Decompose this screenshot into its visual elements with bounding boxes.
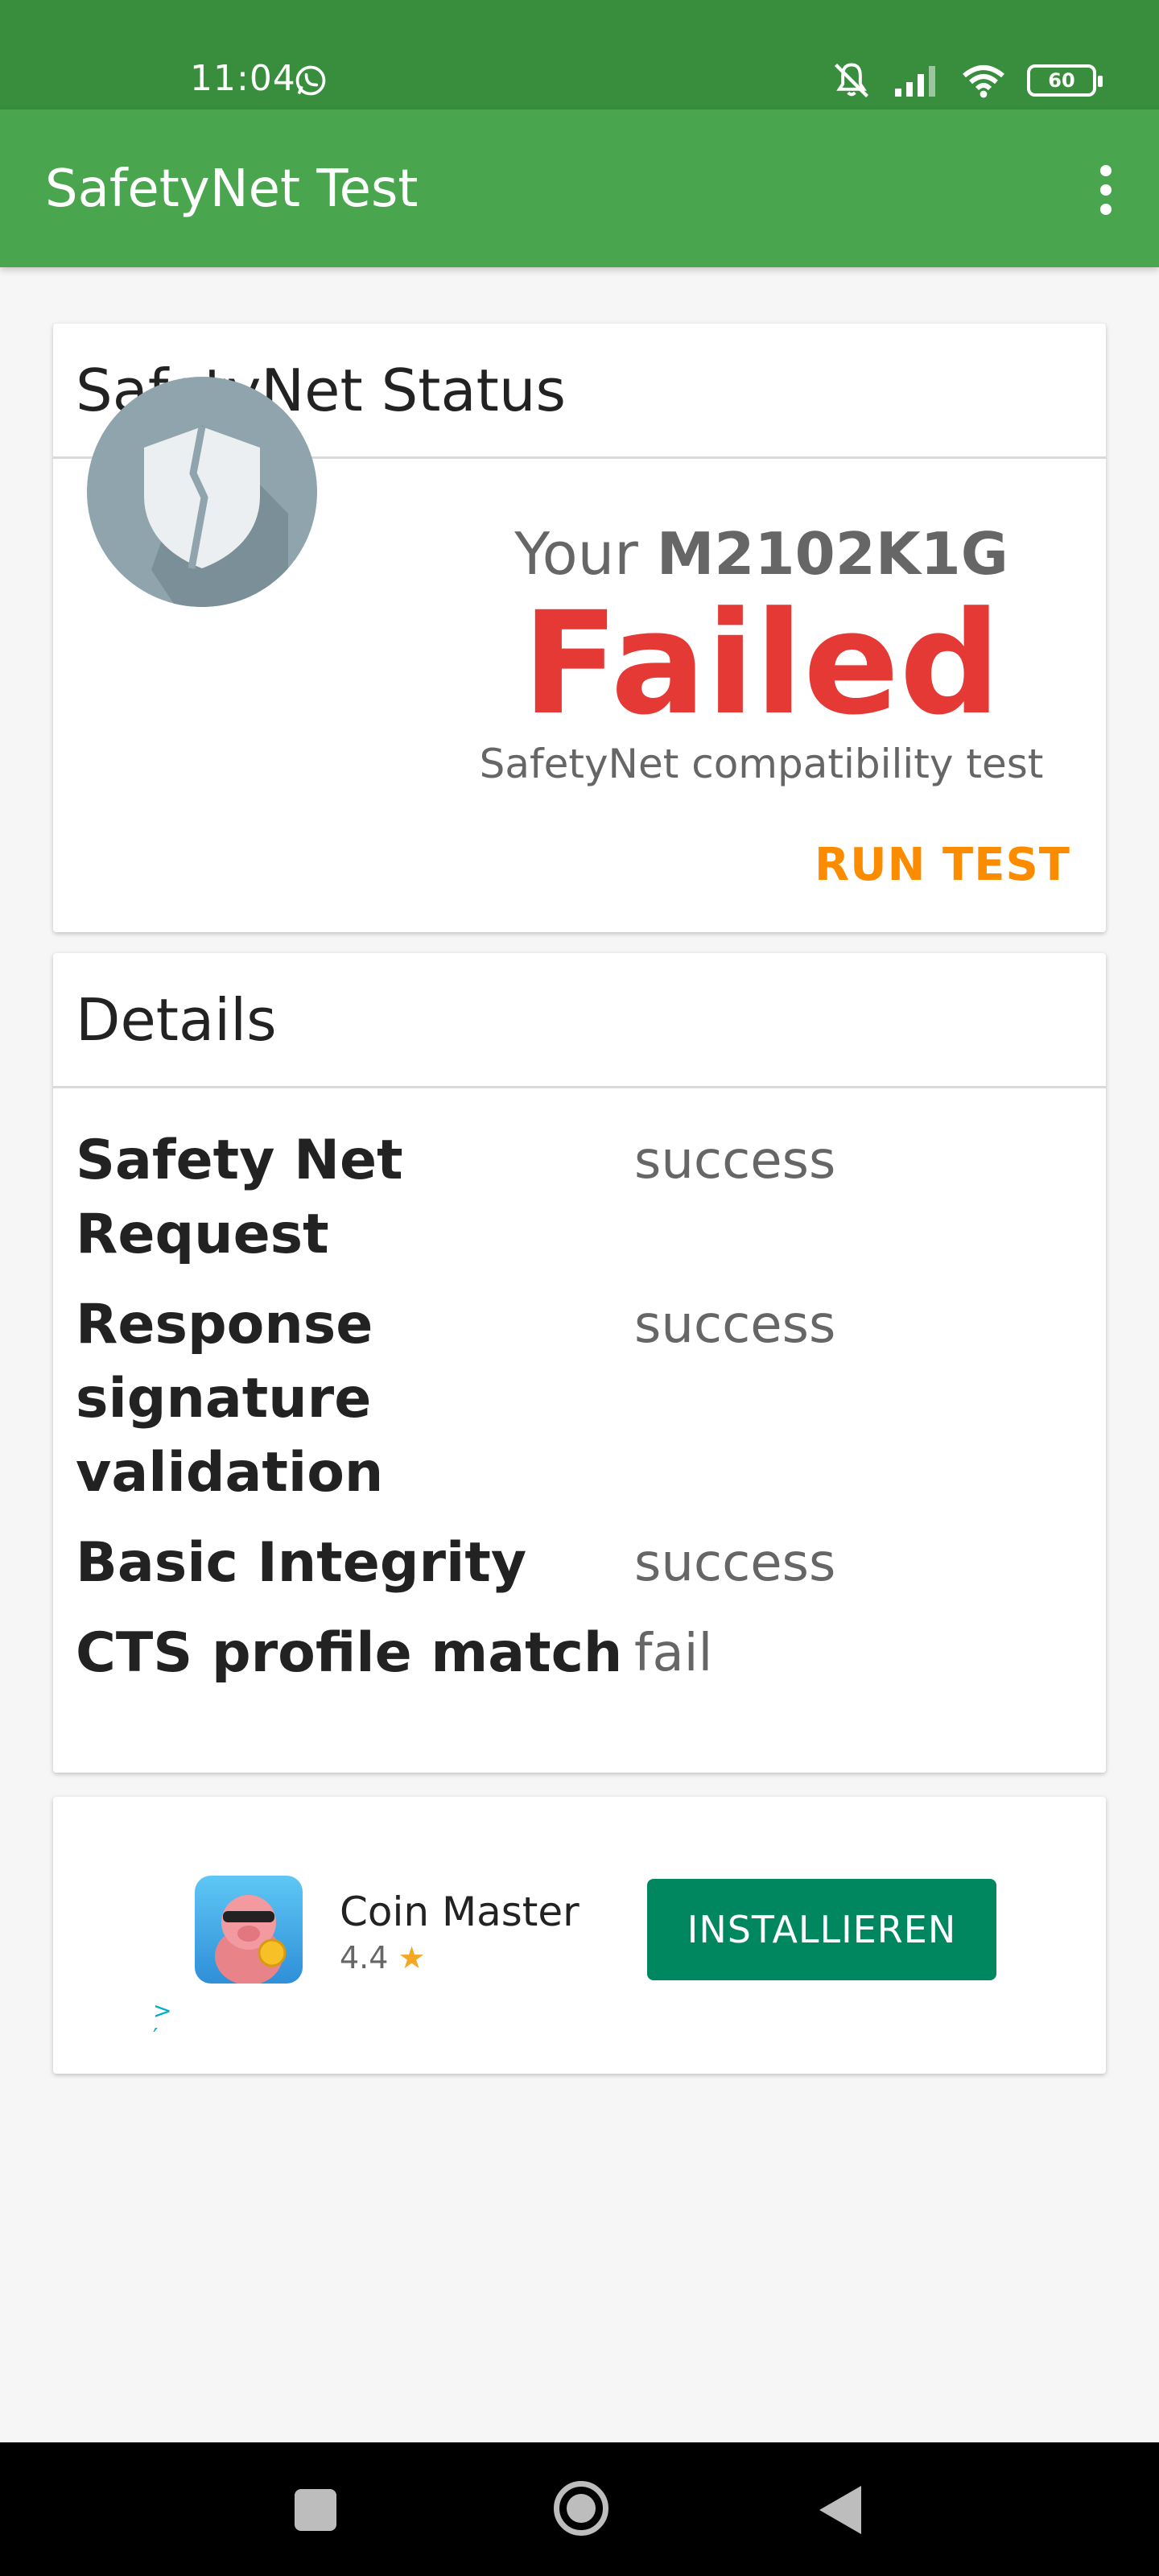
overflow-menu-icon[interactable] bbox=[1082, 158, 1130, 222]
ad-choices-icon[interactable]: > ′ bbox=[153, 1998, 171, 2050]
status-icons: 60 bbox=[831, 60, 1103, 101]
detail-row-safety-net-request: Safety Net Request success bbox=[76, 1124, 1090, 1272]
install-button[interactable]: INSTALLIEREN bbox=[647, 1879, 996, 1980]
star-icon: ★ bbox=[398, 1940, 426, 1975]
status-bar: 11:04 60 bbox=[0, 0, 1159, 109]
wifi-icon bbox=[963, 65, 1004, 98]
detail-label: CTS profile match bbox=[76, 1621, 623, 1685]
ad-rating-value: 4.4 bbox=[340, 1940, 389, 1975]
detail-label: Basic Integrity bbox=[76, 1531, 527, 1595]
detail-value: success bbox=[634, 1131, 836, 1191]
details-list: Safety Net Request success Response sign… bbox=[76, 1124, 1090, 1707]
home-icon[interactable] bbox=[554, 2481, 608, 2536]
detail-value: success bbox=[634, 1295, 836, 1355]
detail-value: success bbox=[634, 1534, 836, 1593]
device-prefix: Your bbox=[514, 520, 638, 588]
app-title: SafetyNet Test bbox=[45, 159, 419, 219]
safetynet-status-card: SafetyNet Status Your M2102K1G Failed Sa… bbox=[53, 324, 1106, 932]
detail-value: fail bbox=[634, 1624, 713, 1683]
device-line: Your M2102K1G bbox=[423, 520, 1099, 588]
run-test-button[interactable]: RUN TEST bbox=[815, 839, 1070, 891]
whatsapp-notification-icon bbox=[295, 65, 326, 96]
detail-row-basic-integrity: Basic Integrity success bbox=[76, 1526, 1090, 1600]
recent-apps-icon[interactable] bbox=[295, 2489, 336, 2531]
coin-master-app-icon[interactable] bbox=[195, 1876, 303, 1984]
details-card: Details Safety Net Request success Respo… bbox=[53, 953, 1106, 1773]
detail-row-response-signature: Response signature validation success bbox=[76, 1288, 1090, 1510]
details-card-header: Details bbox=[53, 953, 1106, 1088]
battery-icon: 60 bbox=[1027, 64, 1103, 97]
status-time: 11:04 bbox=[190, 58, 296, 99]
ad-rating: 4.4 ★ bbox=[340, 1940, 426, 1975]
ad-app-name[interactable]: Coin Master bbox=[340, 1889, 580, 1935]
ad-card[interactable]: Coin Master 4.4 ★ INSTALLIEREN > ′ bbox=[53, 1797, 1106, 2074]
back-icon[interactable] bbox=[819, 2486, 861, 2534]
device-model: M2102K1G bbox=[656, 520, 1008, 588]
detail-label: Safety Net Request bbox=[76, 1129, 403, 1266]
detail-row-cts-profile: CTS profile match fail bbox=[76, 1616, 1090, 1690]
detail-label: Response signature validation bbox=[76, 1293, 384, 1505]
battery-level: 60 bbox=[1048, 69, 1075, 92]
app-bar: SafetyNet Test bbox=[0, 109, 1159, 267]
test-result: Failed bbox=[522, 581, 1001, 746]
test-subtitle: SafetyNet compatibility test bbox=[479, 741, 1044, 787]
broken-shield-icon bbox=[87, 377, 317, 607]
signal-icon bbox=[895, 66, 935, 97]
navigation-bar bbox=[0, 2442, 1159, 2576]
mute-icon bbox=[834, 63, 869, 98]
